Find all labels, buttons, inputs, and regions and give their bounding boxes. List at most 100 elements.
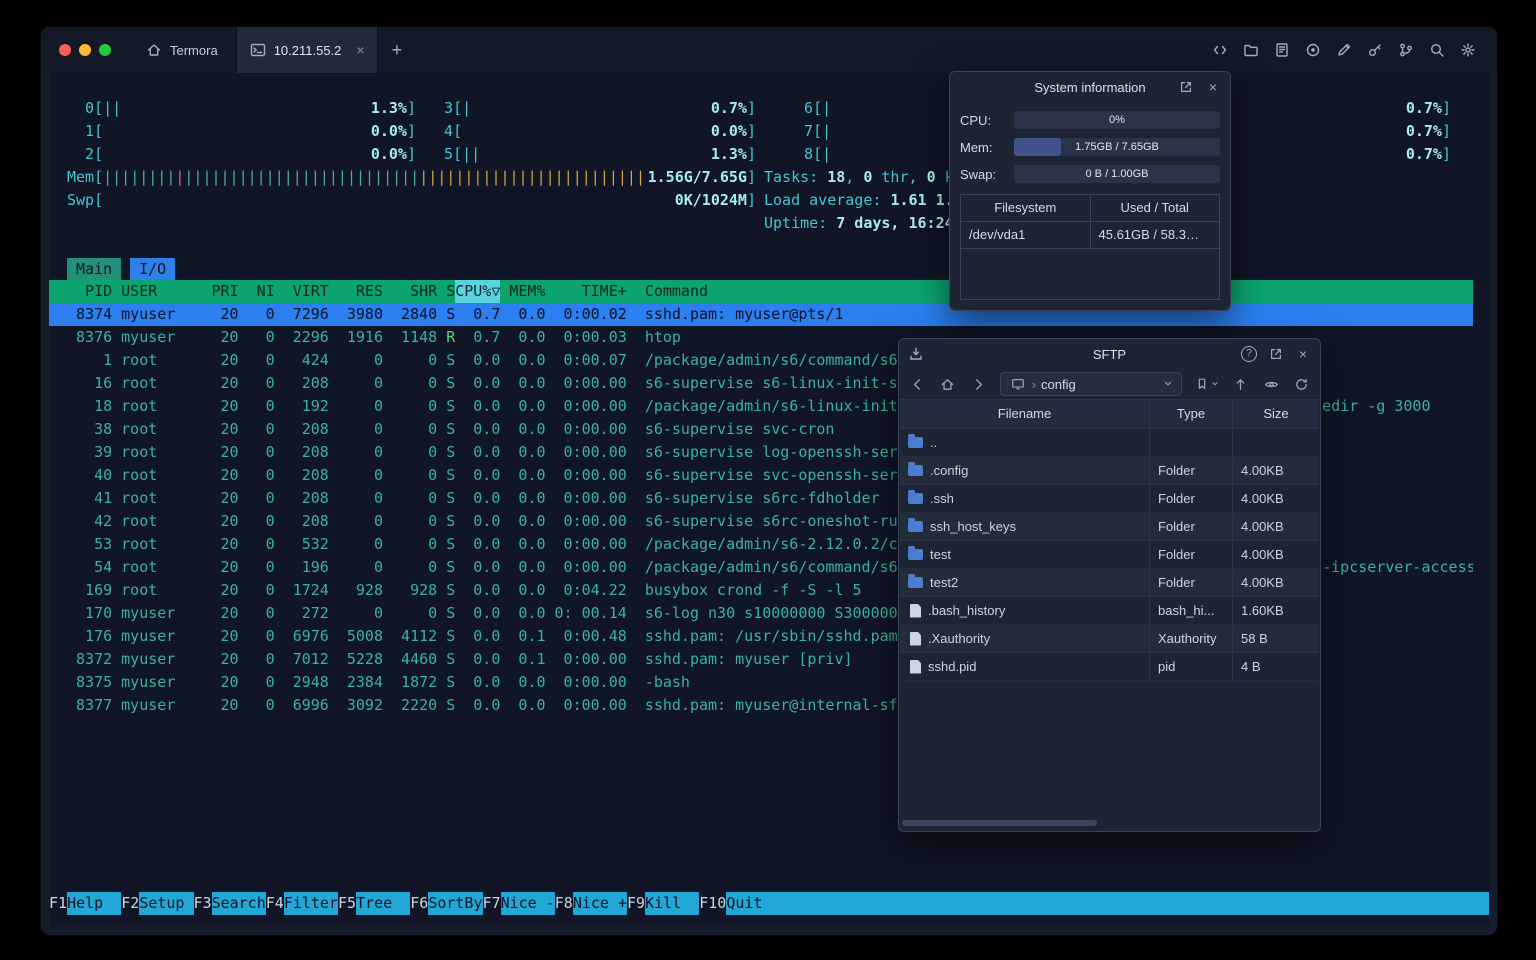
column-header-res[interactable]: RES bbox=[329, 280, 383, 303]
branch-icon[interactable] bbox=[1397, 41, 1415, 59]
sftp-row-.config[interactable]: .config Folder 4.00KB bbox=[900, 457, 1319, 485]
cell-s: S bbox=[446, 627, 456, 645]
key-icon[interactable] bbox=[1366, 41, 1384, 59]
column-header-cpu[interactable]: CPU%▽ bbox=[455, 280, 501, 303]
fnbutton-F5[interactable]: Tree bbox=[356, 892, 411, 915]
cell-shr: 0 bbox=[428, 420, 438, 438]
sftp-row-ssh_host_keys[interactable]: ssh_host_keys Folder 4.00KB bbox=[900, 513, 1319, 541]
column-header-s[interactable]: S bbox=[437, 280, 455, 303]
close-icon[interactable]: × bbox=[1295, 346, 1311, 362]
file-name: .ssh bbox=[900, 485, 1150, 512]
process-row-8374[interactable]: 8374 myuser 20 0 7296 3980 2840 S 0.7 0.0 0:00.02 s… bbox=[49, 303, 1473, 326]
tab-close-icon[interactable]: × bbox=[356, 43, 364, 57]
process-table-header[interactable]: PID USER PRI NI VIRT RES SHR S CPU%▽ MEM% TIME+ Com… bbox=[49, 280, 1473, 303]
column-header-ni[interactable]: NI bbox=[239, 280, 275, 303]
fnbutton-F1[interactable]: Help bbox=[67, 892, 122, 915]
htop-tab-main[interactable]: Main bbox=[67, 257, 122, 280]
record-icon[interactable] bbox=[1304, 41, 1322, 59]
file-icon bbox=[910, 631, 921, 646]
column-header-mem[interactable]: MEM% bbox=[500, 280, 545, 303]
column-header-pid[interactable]: PID bbox=[67, 280, 112, 303]
search-icon[interactable] bbox=[1428, 41, 1446, 59]
zoom-window-button[interactable] bbox=[99, 44, 111, 56]
fnbutton-F2[interactable]: Setup bbox=[139, 892, 194, 915]
tab-session[interactable]: 10.211.55.2 × bbox=[235, 27, 378, 73]
fnbutton-F3[interactable]: Search bbox=[211, 892, 266, 915]
cell-ni: 0 bbox=[265, 420, 275, 438]
fnbutton-F7[interactable]: Nice - bbox=[500, 892, 555, 915]
cell-virt: 6976 bbox=[292, 627, 329, 645]
fnbutton-F9[interactable]: Kill bbox=[645, 892, 700, 915]
fs-used-total: 45.61GB / 58.3… bbox=[1098, 227, 1199, 242]
upload-button[interactable] bbox=[1232, 375, 1249, 393]
column-header-user[interactable]: USER bbox=[112, 280, 211, 303]
cell-pri: 20 bbox=[220, 558, 239, 576]
sftp-row-.Xauthority[interactable]: .Xauthority Xauthority 58 B bbox=[900, 625, 1319, 653]
show-hidden-eye-icon[interactable] bbox=[1263, 375, 1280, 393]
column-header-virt[interactable]: VIRT bbox=[275, 280, 329, 303]
cell-shr: 0 bbox=[428, 558, 438, 576]
cell-ni: 0 bbox=[265, 604, 275, 622]
cell-s: S bbox=[446, 397, 456, 415]
cell-ni: 0 bbox=[265, 673, 275, 691]
forward-button[interactable] bbox=[969, 375, 986, 393]
chevron-down-icon[interactable] bbox=[1163, 379, 1173, 389]
fnbutton-F4[interactable]: Filter bbox=[283, 892, 338, 915]
code-icon[interactable] bbox=[1211, 41, 1229, 59]
cell-res: 1916 bbox=[346, 328, 383, 346]
close-window-button[interactable] bbox=[59, 44, 71, 56]
horizontal-scrollbar[interactable] bbox=[902, 819, 1317, 827]
fnbutton-F8[interactable]: Nice + bbox=[572, 892, 627, 915]
new-tab-button[interactable]: + bbox=[378, 40, 417, 61]
close-icon[interactable]: × bbox=[1205, 79, 1221, 95]
column-header-type[interactable]: Type bbox=[1150, 400, 1233, 428]
memory-usage-bar: 1.75GB / 7.65GB bbox=[1014, 138, 1220, 156]
fs-col-used-total: Used / Total bbox=[1120, 200, 1189, 215]
edit-icon[interactable] bbox=[1335, 41, 1353, 59]
home-button[interactable] bbox=[939, 375, 956, 393]
column-header-shr[interactable]: SHR bbox=[383, 280, 437, 303]
events-log-icon[interactable] bbox=[1273, 41, 1291, 59]
cell-mem: 0.0 bbox=[518, 673, 546, 691]
folder-icon[interactable] bbox=[1242, 41, 1260, 59]
cell-cpu: 0.7 bbox=[473, 305, 501, 323]
download-icon[interactable] bbox=[908, 346, 924, 362]
cell-virt: 192 bbox=[301, 397, 329, 415]
app-window: Termora 10.211.55.2 × + 0 [|| 1.3%] 1 … bbox=[40, 26, 1498, 936]
back-button[interactable] bbox=[909, 375, 926, 393]
cell-pid: 1 bbox=[103, 351, 113, 369]
cell-mem: 0.0 bbox=[518, 489, 546, 507]
cell-user: root bbox=[121, 558, 158, 576]
bookmark-button[interactable] bbox=[1195, 377, 1219, 391]
settings-gear-icon[interactable] bbox=[1459, 41, 1477, 59]
column-header-filename[interactable]: Filename bbox=[900, 400, 1150, 428]
sftp-row-..[interactable]: .. bbox=[900, 429, 1319, 457]
memory-meter: Mem[||||||||||||||||||||||||||||||||||||… bbox=[67, 168, 756, 186]
refresh-icon[interactable] bbox=[1293, 375, 1310, 393]
sftp-row-sshd.pid[interactable]: sshd.pid pid 4 B bbox=[900, 653, 1319, 681]
cell-time: 0:00.00 bbox=[563, 673, 627, 691]
cell-shr: 0 bbox=[428, 397, 438, 415]
column-header-size[interactable]: Size bbox=[1233, 400, 1319, 428]
scrollbar-thumb[interactable] bbox=[902, 820, 1097, 826]
tab-home[interactable]: Termora bbox=[127, 27, 236, 73]
column-header-time[interactable]: TIME+ bbox=[546, 280, 627, 303]
folder-icon bbox=[908, 490, 923, 504]
minimize-window-button[interactable] bbox=[79, 44, 91, 56]
fnbutton-F6[interactable]: SortBy bbox=[428, 892, 483, 915]
fnbutton-F10[interactable]: Quit bbox=[726, 892, 781, 915]
htop-tab-io[interactable]: I/O bbox=[130, 257, 176, 280]
path-breadcrumb[interactable]: › config bbox=[999, 372, 1183, 396]
open-in-window-icon[interactable] bbox=[1178, 79, 1194, 95]
help-icon[interactable]: ? bbox=[1241, 346, 1257, 362]
sftp-row-test2[interactable]: test2 Folder 4.00KB bbox=[900, 569, 1319, 597]
sftp-row-.bash_history[interactable]: .bash_history bash_hi... 1.60KB bbox=[900, 597, 1319, 625]
open-in-window-icon[interactable] bbox=[1268, 346, 1284, 362]
cell-pri: 20 bbox=[220, 443, 239, 461]
sftp-row-test[interactable]: test Folder 4.00KB bbox=[900, 541, 1319, 569]
cpu-3-meter: 3[| 0.7%] bbox=[444, 99, 756, 117]
file-name: test2 bbox=[900, 569, 1150, 596]
cell-res: 928 bbox=[355, 581, 383, 599]
sftp-row-.ssh[interactable]: .ssh Folder 4.00KB bbox=[900, 485, 1319, 513]
column-header-pri[interactable]: PRI bbox=[211, 280, 238, 303]
